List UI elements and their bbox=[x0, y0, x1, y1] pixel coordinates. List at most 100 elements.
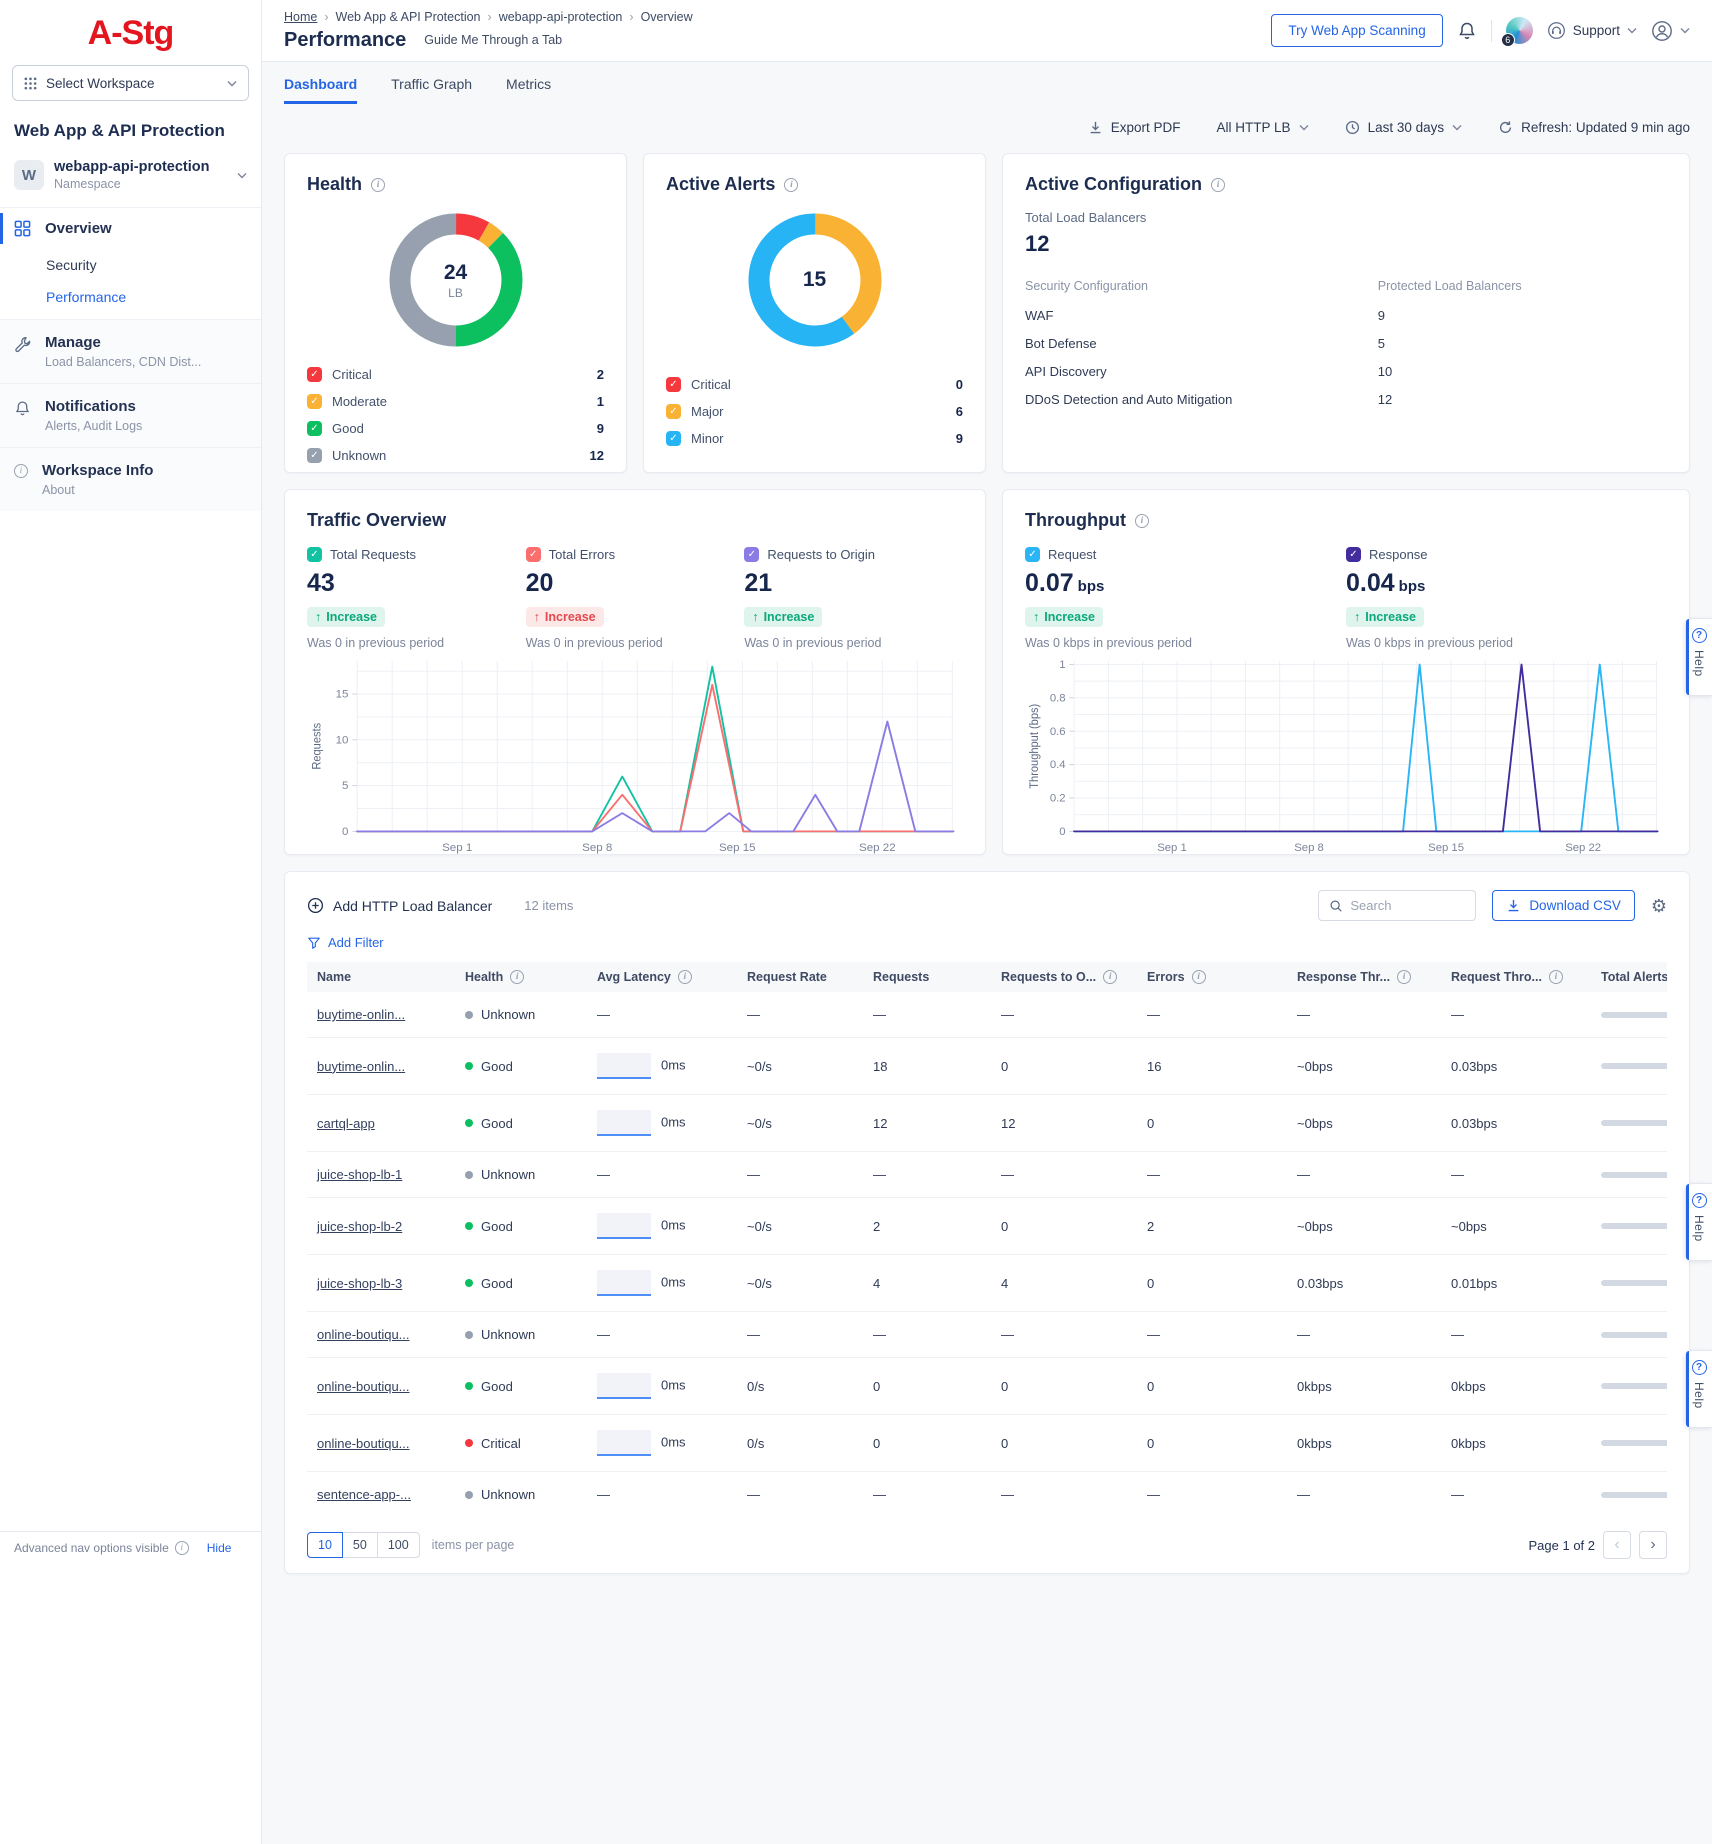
sidebar-item-overview[interactable]: Overview bbox=[0, 208, 261, 249]
try-web-app-scanning-button[interactable]: Try Web App Scanning bbox=[1271, 14, 1442, 47]
column-header-requests[interactable]: Requests bbox=[863, 962, 991, 992]
lb-name-link[interactable]: online-boutiqu... bbox=[317, 1327, 410, 1342]
checkbox-checked[interactable]: ✓ bbox=[1346, 547, 1361, 562]
table-cell: 18 bbox=[863, 1038, 991, 1095]
table-cell: 0kbps bbox=[1287, 1415, 1441, 1472]
checkbox-checked[interactable]: ✓ bbox=[744, 547, 759, 562]
gear-icon[interactable]: ⚙ bbox=[1651, 897, 1667, 915]
lb-name-link[interactable]: online-boutiqu... bbox=[317, 1379, 410, 1394]
info-icon[interactable] bbox=[1549, 970, 1563, 984]
bell-icon[interactable] bbox=[1457, 21, 1477, 41]
lb-name-link[interactable]: sentence-app-... bbox=[317, 1487, 411, 1502]
info-icon[interactable] bbox=[510, 970, 524, 984]
column-header-requests-to-o[interactable]: Requests to O... bbox=[991, 962, 1137, 992]
info-icon[interactable] bbox=[1192, 970, 1206, 984]
lb-name-link[interactable]: cartql-app bbox=[317, 1116, 375, 1131]
download-icon bbox=[1506, 898, 1521, 913]
next-page-button[interactable]: › bbox=[1639, 1531, 1667, 1559]
checkbox-checked[interactable]: ✓ bbox=[666, 377, 681, 392]
plus-circle-icon bbox=[307, 897, 324, 914]
namespace-selector[interactable]: W webapp-api-protection Namespace bbox=[0, 155, 261, 208]
column-header-response-thr[interactable]: Response Thr... bbox=[1287, 962, 1441, 992]
breadcrumb-item: webapp-api-protection bbox=[499, 10, 623, 24]
table-cell: ~0bps bbox=[1287, 1095, 1441, 1152]
chevron-down-icon bbox=[1680, 27, 1690, 34]
lb-name-link[interactable]: buytime-onlin... bbox=[317, 1007, 405, 1022]
column-header-request-rate[interactable]: Request Rate bbox=[737, 962, 863, 992]
sidebar-item-manage[interactable]: Manage Load Balancers, CDN Dist... bbox=[0, 319, 261, 383]
column-header-total-alerts[interactable]: Total Alerts bbox=[1591, 962, 1667, 992]
page-size-50[interactable]: 50 bbox=[342, 1532, 378, 1558]
sidebar-item-security[interactable]: Security bbox=[0, 249, 261, 281]
account-menu[interactable] bbox=[1651, 20, 1690, 42]
sidebar-item-workspace-info[interactable]: Workspace Info About bbox=[0, 447, 261, 511]
info-icon[interactable] bbox=[371, 178, 385, 192]
lb-name-link[interactable]: online-boutiqu... bbox=[317, 1436, 410, 1451]
tab-dashboard[interactable]: Dashboard bbox=[284, 76, 357, 104]
info-icon[interactable] bbox=[175, 1541, 189, 1555]
lb-filter-select[interactable]: All HTTP LB bbox=[1217, 120, 1309, 135]
lb-name-link[interactable]: juice-shop-lb-3 bbox=[317, 1276, 402, 1291]
breadcrumb-item[interactable]: Home bbox=[284, 10, 317, 24]
info-icon[interactable] bbox=[678, 970, 692, 984]
config-feature-name: WAF bbox=[1025, 308, 1378, 323]
help-tab[interactable]: Help bbox=[1685, 618, 1712, 696]
column-header-errors[interactable]: Errors bbox=[1137, 962, 1287, 992]
tab-traffic-graph[interactable]: Traffic Graph bbox=[391, 76, 472, 104]
tab-metrics[interactable]: Metrics bbox=[506, 76, 551, 104]
checkbox-checked[interactable]: ✓ bbox=[666, 431, 681, 446]
column-header-health[interactable]: Health bbox=[455, 962, 587, 992]
lb-name-link[interactable]: juice-shop-lb-2 bbox=[317, 1219, 402, 1234]
column-header-name[interactable]: Name bbox=[307, 962, 455, 992]
table-row: buytime-onlin...Good0ms~0/s18016~0bps0.0… bbox=[307, 1038, 1667, 1095]
support-menu[interactable]: Support bbox=[1547, 21, 1637, 40]
checkbox-checked[interactable]: ✓ bbox=[526, 547, 541, 562]
legend-value: 0 bbox=[956, 377, 963, 392]
assistant-avatar[interactable]: 6 bbox=[1506, 17, 1533, 44]
hide-link[interactable]: Hide bbox=[207, 1541, 232, 1555]
config-feature-name: API Discovery bbox=[1025, 364, 1378, 379]
prev-page-button[interactable]: ‹ bbox=[1603, 1531, 1631, 1559]
checkbox-checked[interactable]: ✓ bbox=[307, 448, 322, 463]
config-feature-count: 12 bbox=[1378, 392, 1667, 407]
checkbox-checked[interactable]: ✓ bbox=[1025, 547, 1040, 562]
sidebar-item-notifications[interactable]: Notifications Alerts, Audit Logs bbox=[0, 383, 261, 447]
search-input[interactable] bbox=[1350, 898, 1460, 913]
refresh-button[interactable]: Refresh: Updated 9 min ago bbox=[1498, 120, 1690, 135]
health-status: Good bbox=[481, 1116, 513, 1131]
info-icon[interactable] bbox=[784, 178, 798, 192]
column-header-avg-latency[interactable]: Avg Latency bbox=[587, 962, 737, 992]
info-icon[interactable] bbox=[1103, 970, 1117, 984]
add-filter-button[interactable]: Add Filter bbox=[307, 935, 1667, 950]
checkbox-checked[interactable]: ✓ bbox=[307, 394, 322, 409]
health-dot bbox=[465, 1439, 473, 1447]
latency-sparkline bbox=[597, 1053, 651, 1079]
workspace-selector[interactable]: Select Workspace bbox=[12, 65, 249, 101]
traffic-title: Traffic Overview bbox=[307, 510, 446, 531]
sidebar-item-performance[interactable]: Performance bbox=[0, 281, 261, 319]
page-size-10[interactable]: 10 bbox=[307, 1532, 343, 1558]
column-header-request-thro[interactable]: Request Thro... bbox=[1441, 962, 1591, 992]
table-cell: — bbox=[1441, 1152, 1591, 1198]
help-tab[interactable]: Help bbox=[1685, 1183, 1712, 1261]
info-icon[interactable] bbox=[1135, 514, 1149, 528]
add-http-lb-button[interactable]: Add HTTP Load Balancer bbox=[307, 897, 492, 914]
help-tab[interactable]: Help bbox=[1685, 1350, 1712, 1428]
checkbox-checked[interactable]: ✓ bbox=[307, 367, 322, 382]
checkbox-checked[interactable]: ✓ bbox=[307, 547, 322, 562]
time-range-select[interactable]: Last 30 days bbox=[1345, 120, 1463, 135]
info-icon[interactable] bbox=[1211, 178, 1225, 192]
info-icon[interactable] bbox=[1397, 970, 1411, 984]
export-pdf-button[interactable]: Export PDF bbox=[1088, 120, 1181, 135]
guide-me-link[interactable]: Guide Me Through a Tab bbox=[424, 33, 562, 47]
checkbox-checked[interactable]: ✓ bbox=[307, 421, 322, 436]
lb-name-link[interactable]: juice-shop-lb-1 bbox=[317, 1167, 402, 1182]
lb-name-link[interactable]: buytime-onlin... bbox=[317, 1059, 405, 1074]
bell-icon bbox=[14, 400, 31, 417]
legend-value: 9 bbox=[597, 421, 604, 436]
page-size-100[interactable]: 100 bbox=[377, 1532, 420, 1558]
chevron-down-icon bbox=[227, 80, 237, 87]
checkbox-checked[interactable]: ✓ bbox=[666, 404, 681, 419]
table-cell: — bbox=[863, 1152, 991, 1198]
download-csv-button[interactable]: Download CSV bbox=[1492, 890, 1635, 921]
